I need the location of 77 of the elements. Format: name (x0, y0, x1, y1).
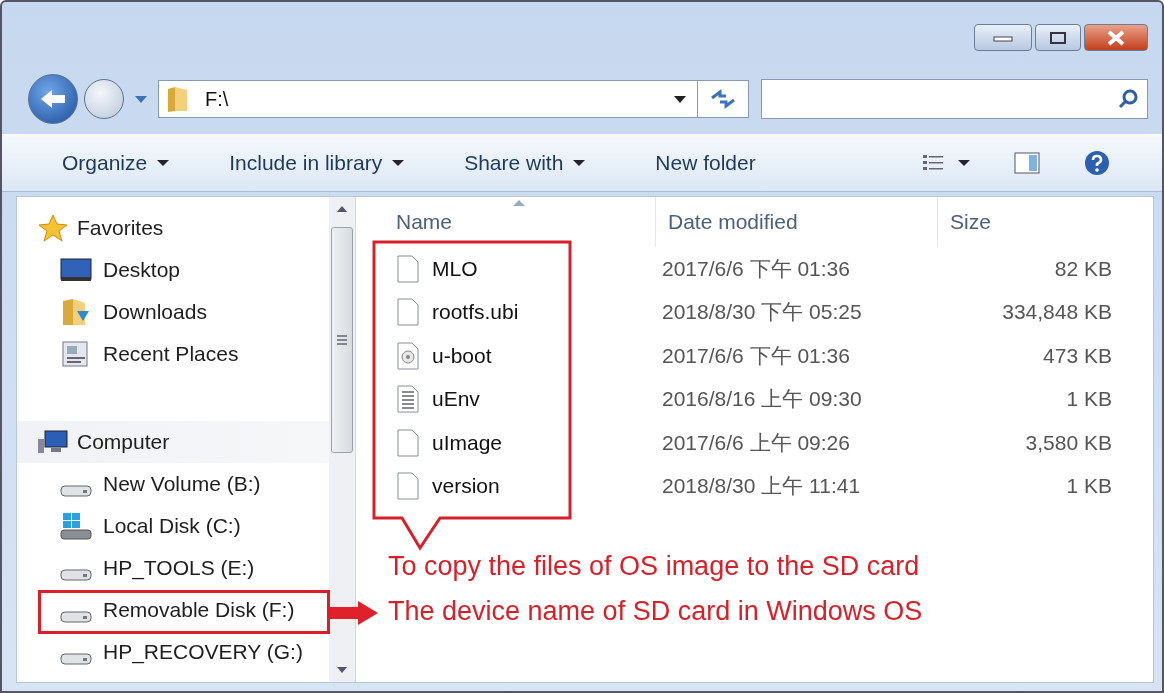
date-modified: 2017/6/6 下午 01:36 (661, 255, 851, 282)
pointer-arrow (330, 600, 380, 626)
file-icon (396, 254, 420, 283)
nav-item[interactable]: Removable Disk (F:) (17, 589, 329, 631)
scroll-up-icon[interactable] (336, 205, 348, 213)
address-path: F:\ (205, 87, 230, 111)
date-modified: 2017/6/6 下午 01:36 (661, 342, 851, 369)
refresh-arrows-icon (710, 89, 736, 109)
nav-item[interactable]: Downloads (17, 291, 329, 333)
file-size: 334,848 KB (1001, 300, 1112, 325)
drive-icon (59, 653, 93, 665)
nav-group-item[interactable]: Computer (17, 421, 329, 463)
caret-icon[interactable] (673, 94, 687, 104)
grip-icon (336, 334, 348, 346)
caret-icon (157, 159, 170, 167)
file-size: 3,580 KB (1024, 430, 1112, 455)
star-icon (37, 213, 69, 243)
toolbar-button[interactable]: Organize (32, 145, 200, 181)
file-size: 473 KB (1042, 343, 1112, 368)
drive-icon (59, 511, 93, 541)
list-view-icon (922, 153, 944, 173)
file-size: 1 KB (1065, 387, 1112, 412)
toolbar-button[interactable]: New folder (615, 145, 786, 181)
refresh-button[interactable] (697, 80, 749, 118)
date-modified: 2017/6/6 上午 09:26 (661, 429, 851, 456)
file-name[interactable]: uImage (432, 430, 503, 455)
file-name[interactable]: MLO (432, 256, 478, 281)
file-name[interactable]: version (432, 474, 500, 499)
nav-group-item[interactable]: Favorites (17, 207, 329, 249)
date-modified: 2018/8/30 下午 05:25 (661, 299, 863, 326)
nav-item[interactable]: Desktop (17, 249, 329, 291)
annotation-text: The device name of SD card in Windows OS (388, 596, 923, 627)
scrollbar-thumb[interactable] (331, 227, 353, 453)
file-size: 82 KB (1053, 256, 1112, 281)
caret-icon (392, 159, 405, 167)
nav-item[interactable]: HP_RECOVERY (G:) (17, 631, 329, 673)
file-size: 1 KB (1065, 474, 1112, 499)
file-icon (396, 428, 420, 457)
toolbar-button[interactable]: Include in library (199, 145, 435, 181)
date-modified: 2018/8/30 上午 11:41 (661, 473, 862, 500)
nav-item[interactable]: New Volume (B:) (17, 463, 329, 505)
file-icon (396, 298, 420, 327)
date-modified: 2016/8/16 上午 09:30 (661, 386, 863, 413)
drive-icon (59, 485, 93, 497)
minimize-button[interactable] (974, 24, 1032, 51)
drive-icon (59, 611, 93, 623)
toolbar-button[interactable]: Share with (434, 145, 616, 181)
history-caret-icon[interactable] (134, 94, 148, 104)
close-button[interactable] (1084, 24, 1148, 51)
column-header[interactable]: Size (938, 197, 1098, 247)
scroll-down-icon[interactable] (336, 666, 348, 674)
help-icon (1084, 150, 1110, 176)
nav-item[interactable]: Recent Places (17, 333, 329, 375)
nav-item[interactable]: Local Disk (C:) (17, 505, 329, 547)
text-file-icon (396, 385, 420, 414)
file-icon (396, 472, 420, 501)
caret-icon (573, 159, 586, 167)
maximize-button[interactable] (1035, 24, 1081, 51)
scrollbar[interactable] (329, 197, 355, 682)
annotation-text: To copy the files of OS image to the SD card (388, 551, 920, 582)
back-button[interactable] (28, 74, 78, 124)
search-icon (1117, 88, 1139, 110)
forward-button[interactable] (84, 79, 124, 119)
maximize-icon (1049, 30, 1067, 45)
disc-file-icon (396, 341, 420, 370)
file-name[interactable]: rootfs.ubi (432, 300, 519, 325)
file-name[interactable]: u-boot (432, 343, 492, 368)
drive-icon (59, 569, 93, 581)
nav-item[interactable]: HP_TOOLS (E:) (17, 547, 329, 589)
close-icon (1106, 29, 1126, 46)
caret-icon (958, 159, 970, 167)
column-header[interactable]: Date modified (656, 197, 938, 247)
search-field[interactable] (761, 79, 1148, 119)
address-field[interactable]: F:\ (158, 80, 698, 118)
preview-pane-icon (1014, 152, 1040, 174)
file-name[interactable]: uEnv (432, 387, 480, 412)
column-header[interactable]: Name (362, 197, 656, 247)
